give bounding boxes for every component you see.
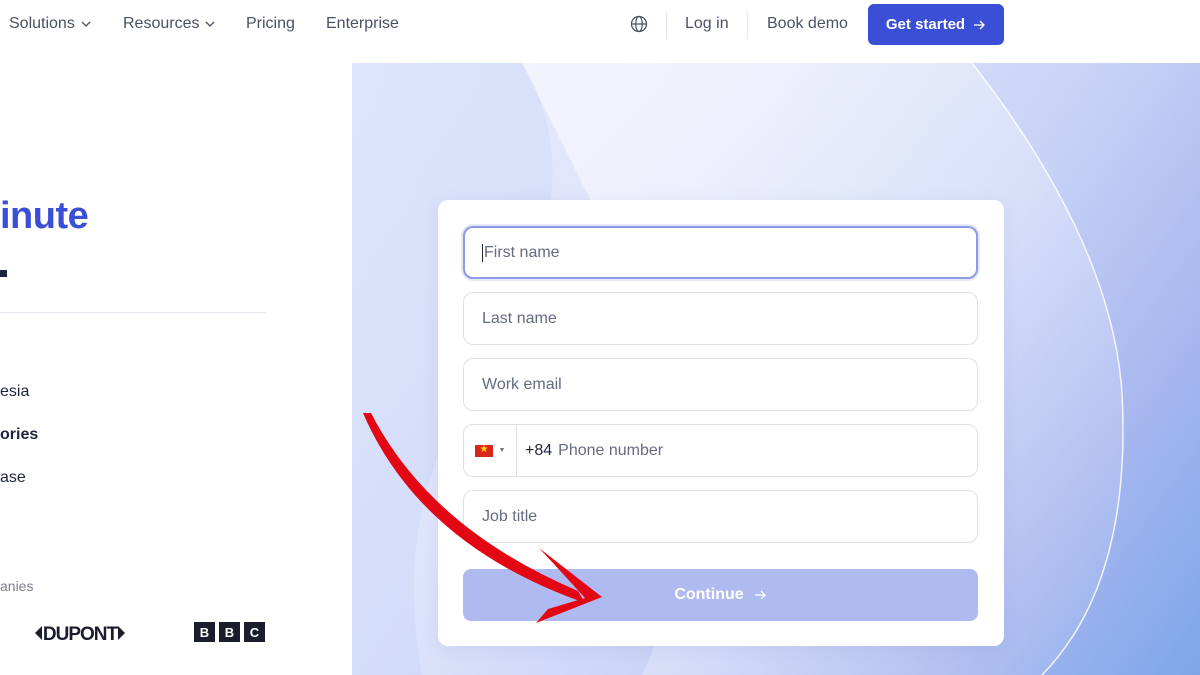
nav-solutions-label: Solutions [9, 15, 75, 32]
section-divider [0, 312, 267, 313]
nav-resources[interactable]: Resources [123, 14, 215, 34]
dupont-logo: DUPONT [35, 624, 125, 645]
work-email-placeholder: Work email [482, 375, 562, 393]
chevron-down-icon [81, 21, 91, 27]
nav-enterprise[interactable]: Enterprise [326, 14, 399, 34]
phone-placeholder: Phone number [558, 441, 664, 459]
vietnam-flag-icon [474, 443, 493, 457]
hero-title-period [0, 270, 7, 277]
arrow-right-icon [754, 590, 766, 600]
get-started-button[interactable]: Get started [868, 4, 1004, 45]
dupont-logo-text: DUPONT [43, 624, 119, 645]
dial-code: +84 [525, 441, 553, 459]
get-started-label: Get started [885, 16, 966, 33]
arrow-right-icon [974, 20, 986, 29]
continue-label: Continue [674, 586, 744, 603]
work-email-input[interactable]: Work email [463, 358, 978, 411]
feature-item[interactable]: ories [0, 425, 38, 445]
job-title-input[interactable]: Job title [463, 490, 978, 543]
hero-title: inute [0, 195, 89, 237]
nav-pricing[interactable]: Pricing [246, 14, 295, 34]
first-name-placeholder: First name [484, 243, 560, 261]
text-cursor [482, 243, 483, 262]
last-name-placeholder: Last name [482, 309, 557, 327]
job-title-placeholder: Job title [482, 507, 538, 525]
nav-solutions[interactable]: Solutions [9, 14, 91, 34]
globe-icon[interactable] [630, 15, 648, 33]
book-demo-link[interactable]: Book demo [767, 14, 848, 34]
bbc-logo: B B C [194, 622, 265, 642]
bbc-logo-letter: C [244, 622, 265, 642]
bbc-logo-letter: B [194, 622, 215, 642]
trusted-companies-label: anies [0, 578, 34, 594]
feature-item: ase [0, 469, 26, 486]
signup-form-card: First name Last name Work email ▼ +84 Ph… [438, 200, 1004, 646]
feature-item: esia [0, 383, 30, 400]
nav-divider [666, 12, 667, 38]
bbc-logo-letter: B [219, 622, 240, 642]
top-navigation: Solutions Resources Pricing Enterprise L… [0, 0, 1200, 50]
phone-number-input[interactable]: ▼ +84 Phone number [463, 424, 978, 477]
login-link[interactable]: Log in [685, 14, 729, 34]
chevron-down-icon [206, 21, 215, 27]
last-name-input[interactable]: Last name [463, 292, 978, 345]
nav-resources-label: Resources [123, 15, 200, 32]
country-code-selector[interactable]: ▼ [464, 425, 517, 476]
continue-button[interactable]: Continue [463, 569, 978, 621]
caret-down-icon: ▼ [498, 447, 506, 454]
nav-divider [747, 12, 748, 38]
first-name-input[interactable]: First name [463, 226, 978, 279]
